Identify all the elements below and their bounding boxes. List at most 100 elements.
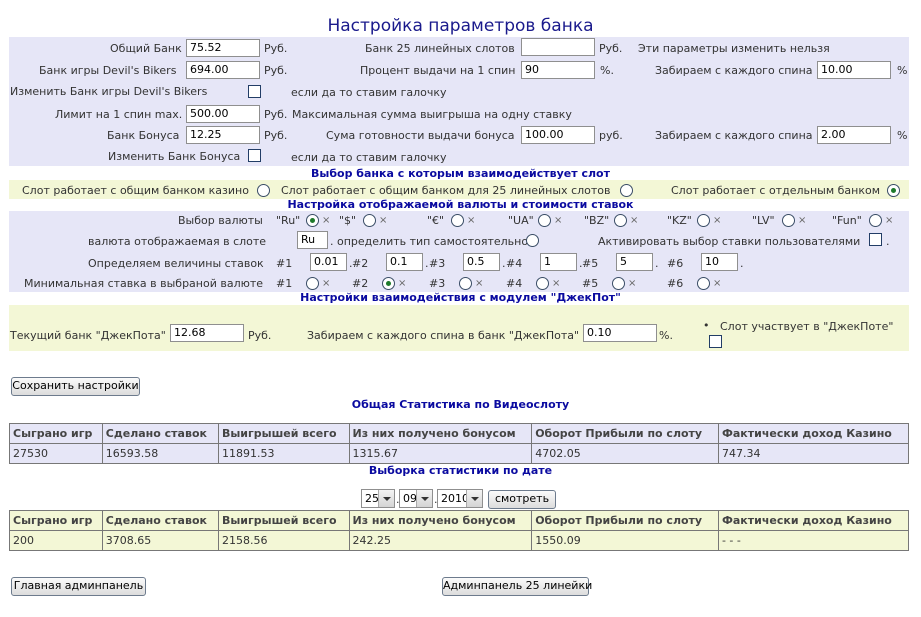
min-bet-radio[interactable] bbox=[536, 277, 549, 290]
currency-option-radio[interactable] bbox=[869, 214, 882, 227]
close-icon: × bbox=[379, 215, 388, 226]
limit-input[interactable]: 500.00 bbox=[186, 105, 260, 123]
min-bet-radio[interactable] bbox=[697, 277, 710, 290]
close-icon: × bbox=[628, 278, 637, 289]
rub-unit: Руб. bbox=[264, 129, 288, 142]
min-bet-number-label: #3 bbox=[429, 277, 446, 290]
common-bank-input[interactable]: 75.52 bbox=[186, 39, 260, 57]
bonus-bank-label: Банк Бонуса bbox=[107, 129, 180, 142]
bank-option-25-radio[interactable] bbox=[620, 184, 633, 197]
currency-option-radio[interactable] bbox=[614, 214, 627, 227]
common-bank-label: Общий Банк bbox=[110, 42, 182, 55]
bet-value-input[interactable]: 0.5 bbox=[463, 253, 500, 271]
page-title: Настройка параметров банка bbox=[327, 16, 594, 36]
month-select[interactable]: 09 bbox=[399, 489, 433, 508]
bet-value-input[interactable]: 10 bbox=[701, 253, 738, 271]
change-devil-checkbox[interactable] bbox=[248, 85, 261, 98]
dot-text: . bbox=[502, 257, 506, 270]
currency-option-radio[interactable] bbox=[363, 214, 376, 227]
column-header: Сделано ставок bbox=[101, 423, 219, 444]
table-cell: 200 bbox=[9, 530, 103, 551]
save-settings-button[interactable]: Сохранить настройки bbox=[11, 377, 140, 396]
rub-unit: Руб. bbox=[599, 42, 623, 55]
currency-option-radio[interactable] bbox=[538, 214, 551, 227]
currency-option-label: "LV" bbox=[752, 214, 775, 227]
bank-option-casino-label: Слот работает с общим банком казино bbox=[22, 184, 249, 197]
min-bet-number-label: #1 bbox=[276, 277, 293, 290]
date-stats-heading: Выборка статистики по дате bbox=[368, 464, 553, 477]
min-bet-label: Минимальная ставка в выбраной валюте bbox=[24, 277, 264, 290]
bank-option-casino-radio[interactable] bbox=[257, 184, 270, 197]
devil-bank-input[interactable]: 694.00 bbox=[186, 61, 260, 79]
change-bonus-checkbox[interactable] bbox=[248, 149, 261, 162]
column-header: Из них получено бонусом bbox=[348, 423, 533, 444]
currency-auto-radio[interactable] bbox=[526, 234, 539, 247]
currency-option-radio[interactable] bbox=[306, 214, 319, 227]
take-spin-input[interactable]: 10.00 bbox=[817, 61, 891, 79]
bet-value-input[interactable]: 0.01 bbox=[310, 253, 347, 271]
main-admin-button[interactable]: Главная админпанель bbox=[11, 577, 146, 596]
date-stats-table: Сыграно игр Сделано ставок Выигрышей всего… bbox=[9, 510, 910, 551]
min-bet-radio[interactable] bbox=[306, 277, 319, 290]
jackpot-bank-label: Текущий банк "ДжекПота" bbox=[10, 329, 166, 342]
checkbox-hint: если да то ставим галочку bbox=[291, 86, 447, 99]
bet-value-input[interactable]: 0.1 bbox=[386, 253, 423, 271]
min-bet-number-label: #6 bbox=[667, 277, 684, 290]
close-icon: × bbox=[467, 215, 476, 226]
jackpot-participate-checkbox[interactable] bbox=[709, 335, 722, 348]
jackpot-heading: Настройки взаимодействия с модулем "Джек… bbox=[300, 291, 621, 304]
percent-unit: % bbox=[897, 129, 908, 142]
bet-value-input[interactable]: 5 bbox=[616, 253, 653, 271]
column-header: Выигрышей всего bbox=[217, 510, 350, 531]
currency-option-label: "KZ" bbox=[667, 214, 692, 227]
chevron-down-icon bbox=[466, 490, 482, 507]
table-cell: 242.25 bbox=[348, 530, 533, 551]
take-bonus-input[interactable]: 2.00 bbox=[817, 126, 891, 144]
stats-heading: Общая Статистика по Видеослоту bbox=[351, 398, 570, 411]
year-select[interactable]: 2010 bbox=[437, 489, 483, 508]
bank25-label: Банк 25 линейных слотов bbox=[365, 42, 515, 55]
bet-number-label: #6 bbox=[667, 257, 684, 270]
jackpot-take-input[interactable]: 0.10 bbox=[583, 324, 657, 342]
min-bet-radio[interactable] bbox=[612, 277, 625, 290]
admin25-button[interactable]: Админпанель 25 линейки bbox=[442, 577, 592, 596]
bullet-mark: • bbox=[703, 319, 710, 332]
min-bet-number-label: #5 bbox=[582, 277, 599, 290]
percent-unit: %. bbox=[600, 64, 614, 77]
close-icon: × bbox=[475, 278, 484, 289]
bonus-bank-input[interactable]: 12.25 bbox=[186, 126, 260, 144]
currency-option-label: "Fun" bbox=[832, 214, 862, 227]
user-bet-checkbox[interactable] bbox=[869, 233, 882, 246]
min-bet-radio[interactable] bbox=[382, 277, 395, 290]
table-cell: 4702.05 bbox=[531, 443, 719, 464]
table-cell: 11891.53 bbox=[217, 443, 350, 464]
close-icon: × bbox=[798, 215, 807, 226]
currency-option-label: "BZ" bbox=[584, 214, 610, 227]
currency-option-label: "$" bbox=[339, 214, 357, 227]
bet-number-label: #4 bbox=[506, 257, 523, 270]
chevron-down-icon bbox=[378, 490, 394, 507]
view-button[interactable]: смотреть bbox=[488, 490, 556, 509]
payout-input[interactable]: 90 bbox=[521, 61, 595, 79]
column-header: Фактически доход Казино bbox=[717, 510, 910, 531]
bank-option-own-radio[interactable] bbox=[887, 184, 900, 197]
currency-option-radio[interactable] bbox=[782, 214, 795, 227]
day-select[interactable]: 25 bbox=[361, 489, 395, 508]
column-header: Фактически доход Казино bbox=[717, 423, 910, 444]
readonly-note: Эти параметры изменить нельзя bbox=[638, 42, 830, 55]
currency-option-radio[interactable] bbox=[697, 214, 710, 227]
min-bet-radio[interactable] bbox=[459, 277, 472, 290]
bank-option-25-label: Слот работает с общим банком для 25 лине… bbox=[281, 184, 611, 197]
currency-option-radio[interactable] bbox=[451, 214, 464, 227]
user-bet-label: Активировать выбор ставки пользователями bbox=[598, 235, 861, 248]
jackpot-bank-input[interactable]: 12.68 bbox=[170, 324, 244, 342]
bank25-input[interactable] bbox=[521, 38, 595, 56]
table-cell: 2158.56 bbox=[217, 530, 350, 551]
month-value: 09 bbox=[403, 492, 417, 505]
dot-text: . bbox=[740, 257, 744, 270]
percent-unit: % bbox=[897, 64, 908, 77]
currency-display-label: валюта отображаемая в слоте bbox=[88, 235, 267, 248]
bet-value-input[interactable]: 1 bbox=[540, 253, 577, 271]
bonus-ready-input[interactable]: 100.00 bbox=[521, 126, 595, 144]
currency-display-input[interactable]: Ru bbox=[297, 231, 328, 249]
